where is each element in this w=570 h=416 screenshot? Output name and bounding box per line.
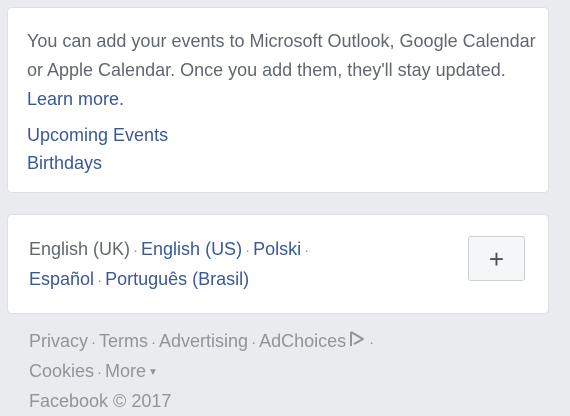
cookies-link[interactable]: Cookies (29, 361, 94, 381)
learn-more-link[interactable]: Learn more. (27, 89, 124, 109)
events-info-card: You can add your events to Microsoft Out… (8, 8, 548, 192)
events-description: You can add your events to Microsoft Out… (27, 27, 542, 114)
adchoices-link[interactable]: AdChoices (259, 331, 366, 351)
copyright: Facebook © 2017 (29, 391, 172, 411)
more-label: More (105, 361, 147, 381)
current-language: English (UK) (29, 239, 131, 259)
footer: Privacy · Terms · Advertising · AdChoices · Cook… (29, 327, 549, 415)
language-polski[interactable]: Polski (253, 239, 301, 259)
upcoming-events-link[interactable]: Upcoming Events (27, 121, 168, 149)
separator: · (97, 364, 103, 381)
separator: · (251, 334, 257, 351)
caret-down-icon: ▼ (148, 367, 158, 378)
separator: · (97, 272, 103, 289)
separator: · (91, 334, 97, 351)
advertising-link[interactable]: Advertising (159, 331, 248, 351)
separator: · (133, 242, 139, 259)
birthdays-link[interactable]: Birthdays (27, 149, 168, 177)
separator: · (369, 334, 375, 351)
events-description-text: You can add your events to Microsoft Out… (27, 31, 536, 80)
language-card: English (UK) · English (US) · Polski · Español… (8, 215, 548, 313)
terms-link[interactable]: Terms (99, 331, 148, 351)
language-english-us[interactable]: English (US) (141, 239, 242, 259)
privacy-link[interactable]: Privacy (29, 331, 88, 351)
separator: · (245, 242, 251, 259)
more-menu[interactable]: More ▼ (105, 361, 158, 381)
language-list: English (UK) · English (US) · Polski · Español… (29, 235, 459, 295)
events-links: Upcoming Events Birthdays (27, 121, 168, 177)
language-portugues-brasil[interactable]: Português (Brasil) (105, 269, 249, 289)
language-espanol[interactable]: Español (29, 269, 94, 289)
add-language-button[interactable]: + (468, 236, 525, 281)
adchoices-icon (348, 328, 366, 356)
adchoices-label: AdChoices (259, 331, 347, 351)
separator: · (304, 242, 310, 259)
separator: · (151, 334, 157, 351)
